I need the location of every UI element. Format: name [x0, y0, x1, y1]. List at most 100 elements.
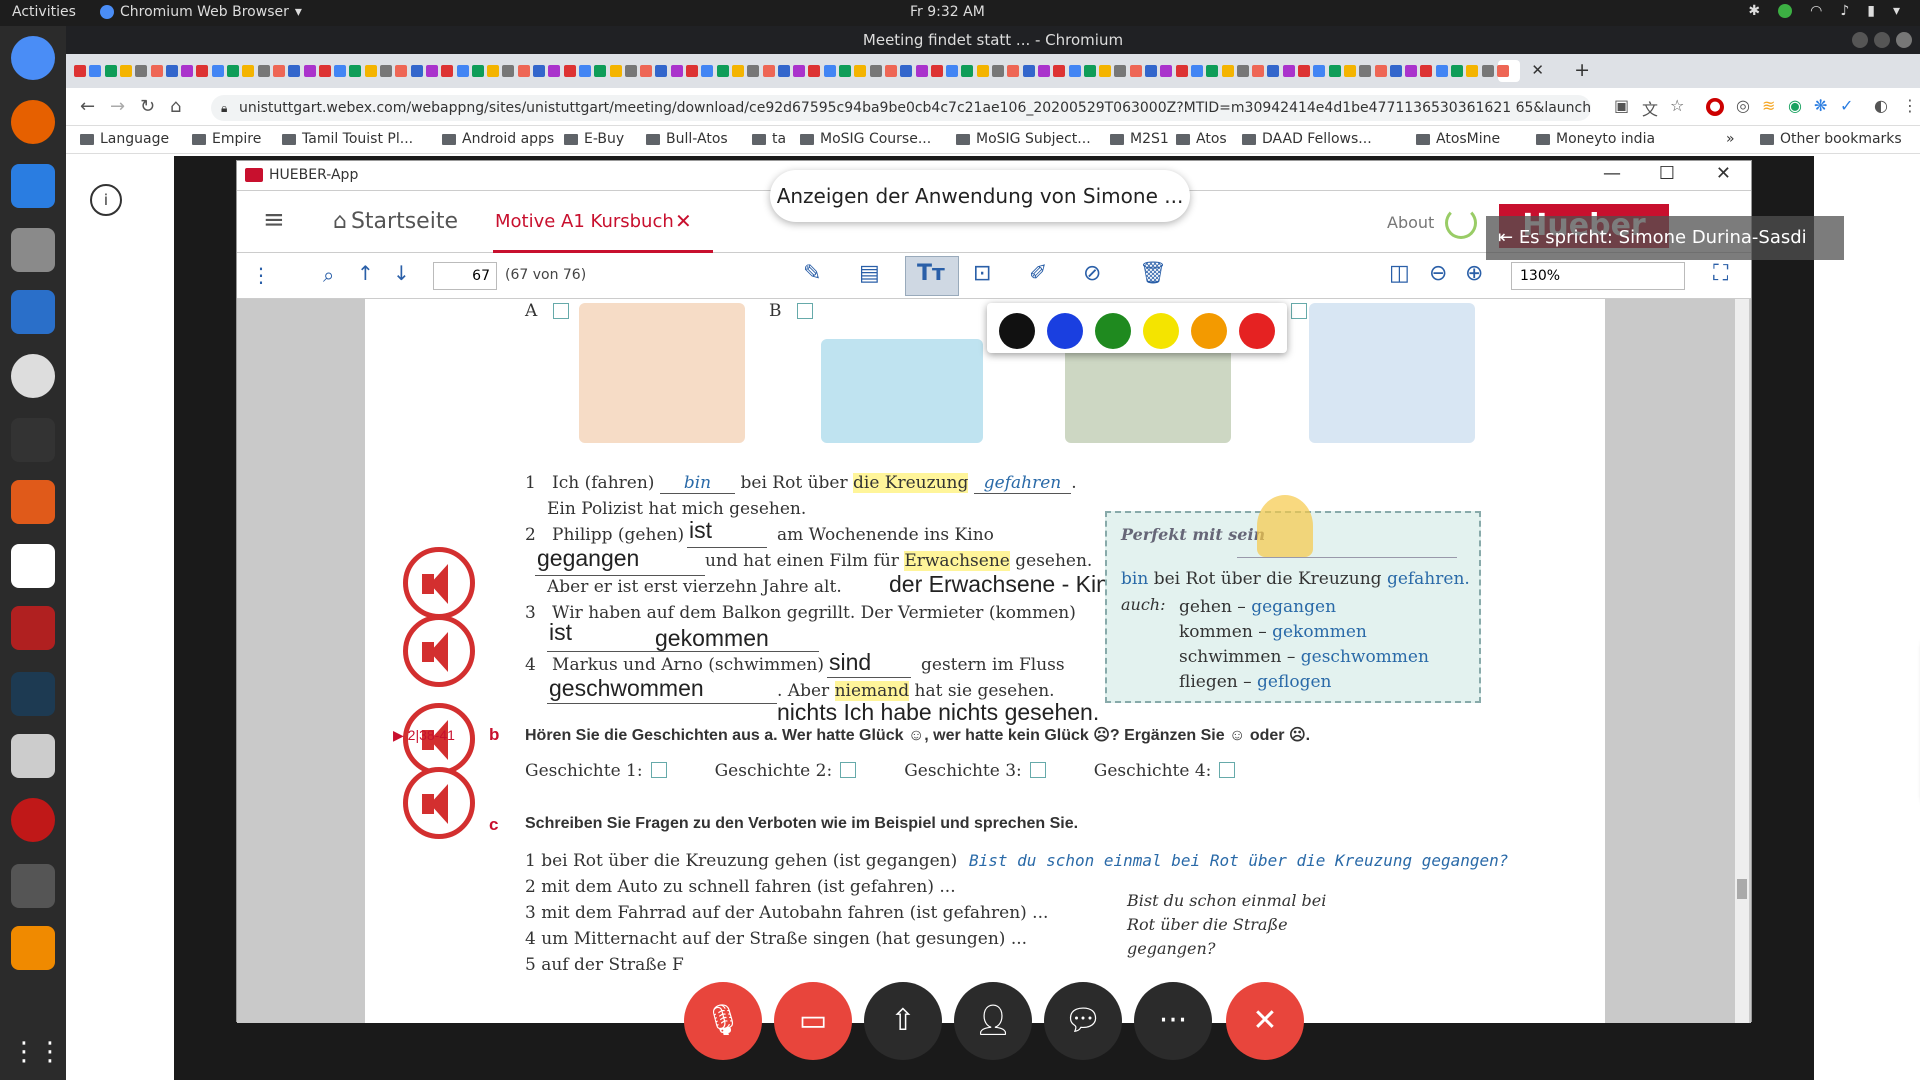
color-swatch[interactable]	[1047, 313, 1083, 349]
vmware-icon[interactable]	[11, 864, 55, 908]
tab-favicon[interactable]	[74, 65, 86, 77]
checkbox-a[interactable]	[553, 303, 569, 319]
hamburger-menu-icon[interactable]: ≡	[263, 205, 285, 235]
minimize-icon[interactable]: —	[1603, 163, 1621, 184]
mute-button[interactable]: 🎙︎	[684, 982, 762, 1060]
tab-favicon[interactable]	[1267, 65, 1280, 77]
extension-icon[interactable]: ✓	[1840, 96, 1853, 115]
bookmark-item[interactable]: Atos	[1176, 131, 1227, 147]
tab-favicon[interactable]	[961, 65, 974, 77]
tab-favicon[interactable]	[930, 65, 943, 77]
new-tab-icon[interactable]: +	[1574, 59, 1590, 81]
handwritten-note[interactable]: nichts Ich habe nichts gesehen.	[777, 699, 1099, 726]
bookmark-star-icon[interactable]: ☆	[1670, 96, 1684, 115]
more-options-button[interactable]: ···	[1134, 982, 1212, 1060]
bookmark-item[interactable]: Moneyto india	[1536, 131, 1655, 147]
tab-favicon[interactable]	[624, 65, 637, 77]
maximize-icon[interactable]	[1874, 32, 1890, 48]
bookmark-item[interactable]: Bull-Atos	[646, 131, 728, 147]
close-icon[interactable]	[1896, 32, 1912, 48]
window-controls[interactable]	[1852, 32, 1912, 48]
tab-favicon[interactable]	[227, 65, 239, 77]
home-link[interactable]: ⌂ Startseite	[333, 209, 458, 234]
tab-favicon[interactable]	[946, 65, 959, 77]
zoom-out-icon[interactable]: ⊖	[1429, 261, 1447, 286]
camera-blocked-icon[interactable]: ▣	[1614, 96, 1629, 115]
tab-favicon[interactable]	[884, 65, 897, 77]
close-tab-icon[interactable]: ✕	[1531, 61, 1544, 79]
tab-favicon[interactable]	[1053, 65, 1066, 77]
tab-favicon[interactable]	[594, 65, 607, 77]
vlc-icon[interactable]	[11, 926, 55, 970]
tab-favicon[interactable]	[119, 65, 132, 77]
extension-icon[interactable]: ◉	[1788, 96, 1802, 115]
tab-favicon[interactable]	[1282, 65, 1295, 77]
two-page-view-icon[interactable]: ◫	[1389, 261, 1410, 286]
zoom-in-icon[interactable]: ⊕	[1465, 261, 1483, 286]
tab-favicon[interactable]	[1343, 65, 1356, 77]
tab-favicon[interactable]	[150, 65, 163, 77]
fullscreen-icon[interactable]: ⛶	[1713, 261, 1728, 286]
software-center-icon[interactable]	[11, 480, 55, 524]
previous-page-icon[interactable]: ↑	[357, 261, 374, 285]
back-icon[interactable]: ←	[80, 96, 95, 117]
tab-favicon[interactable]	[1129, 65, 1142, 77]
forward-icon[interactable]: →	[110, 96, 125, 117]
tab-favicon[interactable]	[456, 65, 469, 77]
more-vert-icon[interactable]: ⋮	[251, 263, 271, 287]
tab-favicon[interactable]	[471, 65, 484, 77]
minimize-icon[interactable]	[1852, 32, 1868, 48]
chromium-icon[interactable]	[11, 36, 55, 80]
color-swatch[interactable]	[1143, 313, 1179, 349]
color-swatch[interactable]	[1191, 313, 1227, 349]
tab-favicon[interactable]	[334, 65, 347, 77]
color-swatch[interactable]	[1239, 313, 1275, 349]
adblock-icon[interactable]: ●	[1706, 98, 1724, 116]
tab-favicon[interactable]	[1068, 65, 1081, 77]
leave-meeting-button[interactable]: ✕	[1226, 982, 1304, 1060]
bookmark-item[interactable]: ta	[752, 131, 786, 147]
tab-favicon[interactable]	[1313, 65, 1326, 77]
color-swatch[interactable]	[999, 313, 1035, 349]
tab-favicon[interactable]	[1481, 65, 1494, 77]
activities-button[interactable]: Activities	[12, 4, 76, 20]
bookmark-item[interactable]: DAAD Fellows...	[1242, 131, 1372, 147]
tab-favicon[interactable]	[1007, 65, 1020, 77]
rhythmbox-icon[interactable]	[11, 354, 55, 398]
tab-favicon[interactable]	[808, 65, 821, 77]
tab-favicon[interactable]	[1099, 65, 1112, 77]
camera-icon[interactable]	[11, 734, 55, 778]
pen-icon[interactable]: ✐	[1029, 261, 1047, 286]
tab-favicon[interactable]	[701, 65, 714, 77]
tab-favicon[interactable]	[686, 65, 698, 77]
tab-favicon[interactable]	[1359, 65, 1372, 77]
tab-favicon[interactable]	[578, 65, 591, 77]
tab-favicon[interactable]	[762, 65, 775, 77]
tab-favicon[interactable]	[1466, 65, 1479, 77]
zoom-input[interactable]: 130%	[1511, 262, 1685, 290]
tab-favicon[interactable]	[1236, 65, 1249, 77]
tab-favicon[interactable]	[747, 65, 760, 77]
next-page-icon[interactable]: ↓	[393, 261, 410, 285]
thunderbird-icon[interactable]	[11, 164, 55, 208]
tab-favicon[interactable]	[380, 65, 392, 77]
scrollbar[interactable]	[1735, 299, 1749, 1023]
tab-favicon[interactable]	[1114, 65, 1127, 77]
tab-favicon[interactable]	[272, 65, 285, 77]
tab-favicon[interactable]	[165, 65, 178, 77]
tab-favicon[interactable]	[1405, 65, 1418, 77]
checkbox-b[interactable]	[797, 303, 813, 319]
tab-favicon[interactable]	[257, 65, 270, 77]
tab-favicon[interactable]	[517, 65, 530, 77]
tab-favicon[interactable]	[410, 65, 423, 77]
tab-favicon[interactable]	[1496, 65, 1509, 77]
text-box-icon[interactable]: ⊡	[973, 261, 991, 286]
tab-favicon[interactable]	[318, 65, 331, 77]
page-number-input[interactable]: 67	[433, 262, 497, 290]
tab-favicon[interactable]	[992, 65, 1004, 77]
terminal-icon[interactable]	[11, 418, 55, 462]
tab-favicon[interactable]	[1160, 65, 1173, 77]
tab-favicon[interactable]	[716, 65, 729, 77]
tab-favicon[interactable]	[609, 65, 622, 77]
tab-favicon[interactable]	[869, 65, 882, 77]
